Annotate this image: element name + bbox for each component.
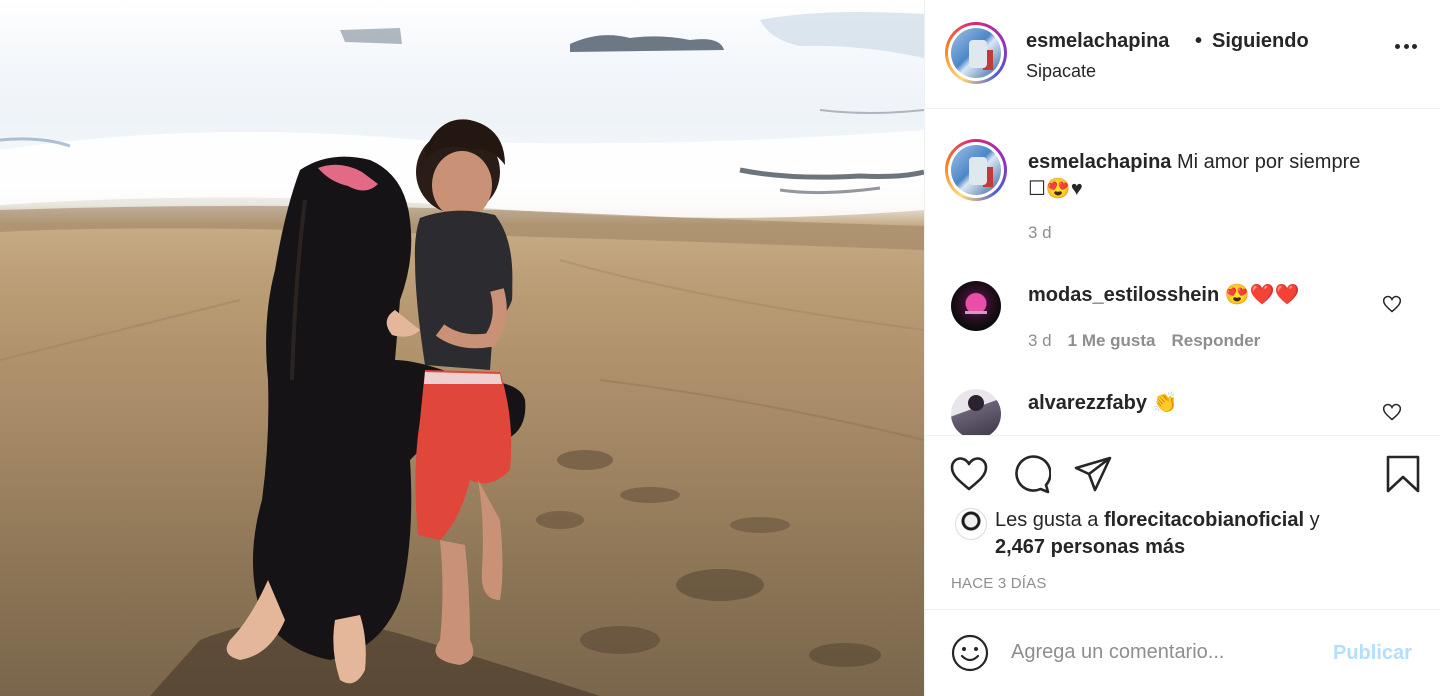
comment-heart-icon[interactable]: [1382, 402, 1402, 422]
liker-username[interactable]: florecitacobianoficial: [1104, 509, 1304, 531]
comment-input[interactable]: [1011, 630, 1311, 674]
bookmark-icon[interactable]: [1383, 454, 1423, 494]
comment-text-block: modas_estilosshein 😍❤️❤️: [1028, 282, 1299, 307]
comment-likes[interactable]: 1 Me gusta: [1068, 331, 1156, 351]
commenter-username[interactable]: alvarezzfaby: [1028, 392, 1147, 414]
separator-dot: •: [1195, 30, 1203, 52]
likes-prefix: Les gusta a: [995, 509, 1099, 531]
more-options-icon[interactable]: [1395, 44, 1417, 50]
comment-text: 😍❤️❤️: [1224, 284, 1300, 306]
comment-text: 👏: [1152, 392, 1178, 414]
publish-button[interactable]: Publicar: [1333, 642, 1412, 665]
comment-icon[interactable]: [1011, 454, 1051, 494]
post-side-panel: esmelachapina • Siguiendo Sipacate esmel…: [924, 0, 1440, 696]
likes-summary: Les gusta a florecitacobianoficial y: [995, 509, 1320, 532]
likes-suffix: y: [1309, 509, 1320, 531]
commenter-avatar[interactable]: [951, 389, 1001, 435]
caption-author-avatar-image: [951, 145, 1001, 195]
heart-icon[interactable]: [949, 454, 989, 494]
post-header: esmelachapina • Siguiendo Sipacate: [925, 0, 1440, 109]
reply-button[interactable]: Responder: [1172, 331, 1261, 351]
comment-meta: 3 d 1 Me gusta Responder: [1028, 331, 1260, 351]
post-location[interactable]: Sipacate: [1026, 61, 1096, 82]
liker-avatar[interactable]: [955, 508, 987, 540]
post-photo[interactable]: [0, 0, 924, 696]
likes-count[interactable]: 2,467 personas más: [995, 536, 1185, 559]
comment-text-block: alvarezzfaby 👏: [1028, 390, 1177, 415]
caption-author-avatar[interactable]: [945, 139, 1007, 201]
commenter-username[interactable]: modas_estilosshein: [1028, 284, 1219, 306]
caption-text: Mi amor por siempre: [1176, 151, 1361, 173]
author-avatar-image: [951, 28, 1001, 78]
caption-time[interactable]: 3 d: [1028, 223, 1052, 243]
commenter-avatar[interactable]: [951, 281, 1001, 331]
caption-emojis: ☐😍♥: [1028, 178, 1083, 200]
beach-photo-illustration: [0, 12, 924, 696]
following-button[interactable]: Siguiendo: [1212, 30, 1309, 53]
add-comment-bar: Publicar: [925, 609, 1440, 696]
caption-text-block: esmelachapina Mi amor por siempre ☐😍♥: [1028, 149, 1418, 203]
comment-time[interactable]: 3 d: [1028, 331, 1052, 351]
caption-username[interactable]: esmelachapina: [1028, 151, 1171, 173]
post-date[interactable]: HACE 3 DÍAS: [951, 575, 1047, 592]
comments-list[interactable]: esmelachapina Mi amor por siempre ☐😍♥ 3 …: [925, 110, 1440, 435]
comment-heart-icon[interactable]: [1382, 294, 1402, 314]
author-username[interactable]: esmelachapina: [1026, 30, 1169, 53]
paper-plane-icon[interactable]: [1073, 454, 1113, 494]
post-actions: Les gusta a florecitacobianoficial y 2,4…: [925, 435, 1440, 609]
emoji-icon[interactable]: [951, 634, 989, 672]
author-avatar[interactable]: [945, 22, 1007, 84]
